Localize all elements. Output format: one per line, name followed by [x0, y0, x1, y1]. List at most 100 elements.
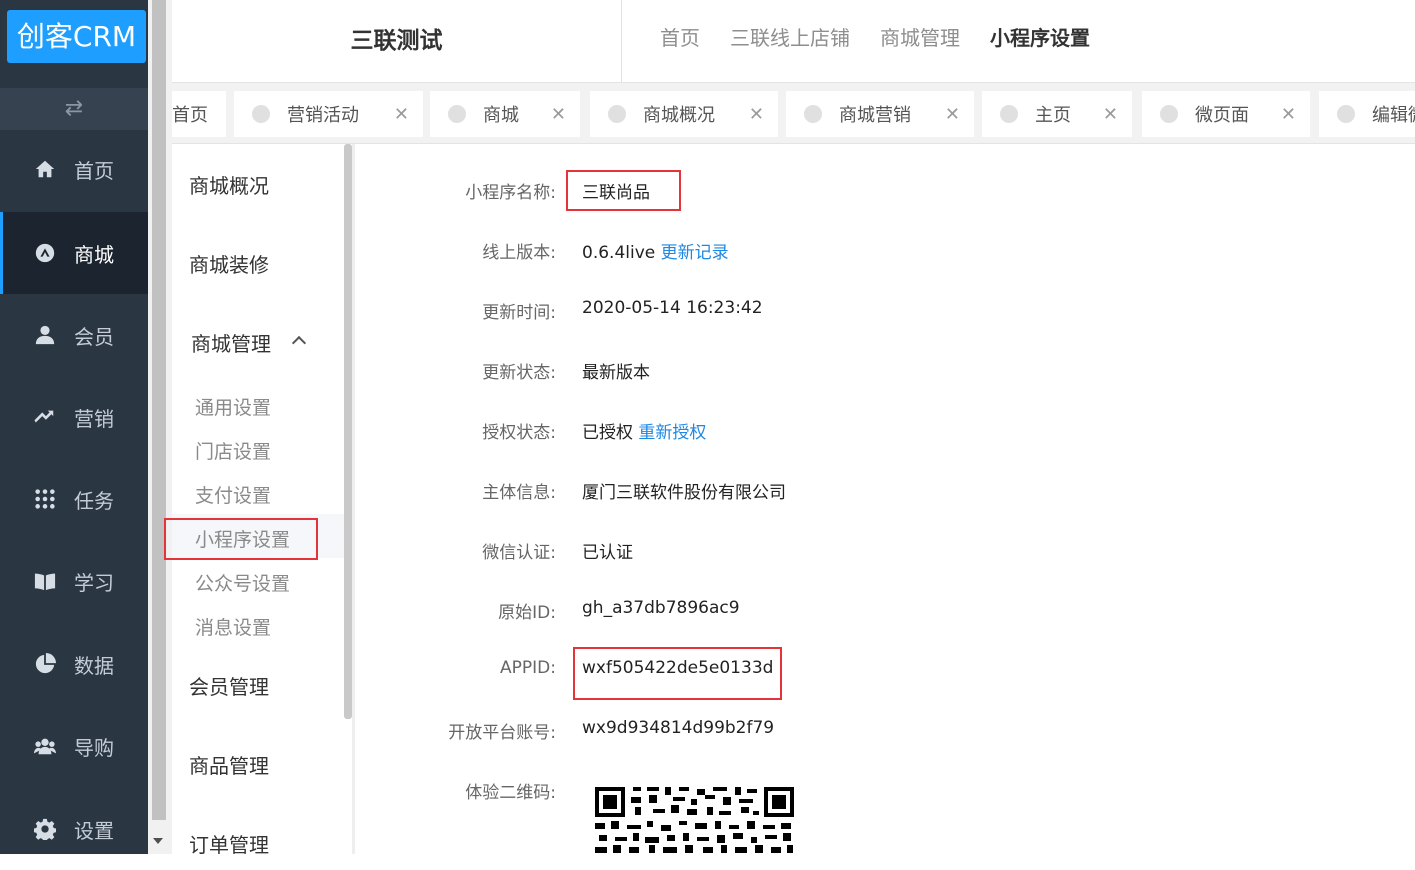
- tab-edit-micro[interactable]: 编辑微: [1319, 91, 1415, 137]
- field-label-original-id: 原始ID:: [498, 603, 556, 623]
- tab-home[interactable]: 首页: [172, 91, 226, 137]
- page-tabs: 首页 营销活动 ✕ 商城 ✕ 商城概况 ✕ 商城营销 ✕ 主页 ✕ 微页面 ✕ …: [172, 82, 1415, 144]
- tab-marketing[interactable]: 营销活动 ✕: [234, 91, 423, 137]
- tab-shop[interactable]: 商城 ✕: [430, 91, 580, 137]
- sidebar-item-home[interactable]: 首页: [0, 128, 148, 210]
- close-icon[interactable]: ✕: [1281, 104, 1296, 125]
- field-label-open-platform: 开放平台账号:: [448, 723, 556, 743]
- tab-dot-icon: [448, 105, 466, 123]
- sidebar-item-label: 数据: [74, 653, 114, 678]
- tab-label: 主页: [1035, 105, 1071, 126]
- tab-shop-overview[interactable]: 商城概况 ✕: [590, 91, 778, 137]
- tab-label: 微页面: [1195, 105, 1249, 126]
- highlight-box-miniprogram-menu: [164, 518, 318, 560]
- sidebar-item-label: 营销: [74, 406, 114, 431]
- sidebar-item-study[interactable]: 学习: [0, 540, 148, 622]
- breadcrumb-current: 小程序设置: [990, 25, 1090, 50]
- submenu-payment-settings[interactable]: 支付设置: [195, 481, 271, 508]
- sidebar-item-guide[interactable]: 导购: [0, 705, 148, 787]
- sidebar-item-settings[interactable]: 设置: [0, 788, 148, 870]
- tab-dot-icon: [1337, 105, 1355, 123]
- field-label-trial-qr: 体验二维码:: [465, 783, 556, 803]
- field-label-appid: APPID:: [500, 658, 556, 678]
- field-label-name: 小程序名称:: [465, 183, 556, 203]
- sidebar-item-shop[interactable]: 商城: [0, 212, 148, 294]
- highlight-box-name: [566, 170, 681, 211]
- sidebar-item-label: 学习: [74, 570, 114, 595]
- group-icon: [33, 734, 57, 758]
- sidebar-item-label: 任务: [74, 488, 114, 513]
- submenu-scrollbar[interactable]: [344, 144, 352, 719]
- breadcrumb: 首页 三联线上店铺 商城管理 小程序设置: [660, 0, 1120, 72]
- field-label-update-status: 更新状态:: [482, 363, 556, 383]
- sidebar-item-label: 商城: [74, 242, 114, 267]
- tab-label: 首页: [172, 105, 208, 126]
- submenu-store-settings[interactable]: 门店设置: [195, 437, 271, 464]
- close-icon[interactable]: ✕: [945, 104, 960, 125]
- reauthorize-link[interactable]: 重新授权: [638, 423, 706, 443]
- sidebar-item-label: 导购: [74, 735, 114, 760]
- scroll-down-arrow-icon[interactable]: [153, 838, 163, 844]
- field-label-version: 线上版本:: [482, 243, 556, 263]
- field-value-entity: 厦门三联软件股份有限公司: [582, 483, 786, 503]
- sidebar-item-member[interactable]: 会员: [0, 294, 148, 376]
- submenu-member-manage[interactable]: 会员管理: [189, 671, 269, 700]
- field-value-update-time: 2020-05-14 16:23:42: [582, 298, 763, 318]
- field-label-wechat-cert: 微信认证:: [482, 543, 556, 563]
- store-title: 三联测试: [172, 0, 622, 82]
- field-label-auth-status: 授权状态:: [482, 423, 556, 443]
- trend-icon: [33, 405, 57, 429]
- close-icon[interactable]: ✕: [394, 104, 409, 125]
- submenu-message-settings[interactable]: 消息设置: [195, 613, 271, 640]
- field-label-update-time: 更新时间:: [482, 303, 556, 323]
- tab-dot-icon: [804, 105, 822, 123]
- sidebar-item-data[interactable]: 数据: [0, 623, 148, 705]
- breadcrumb-store[interactable]: 三联线上店铺: [730, 22, 850, 51]
- highlight-box-appid: [573, 647, 782, 700]
- submenu-general-settings[interactable]: 通用设置: [195, 393, 271, 420]
- field-value-auth-status: 已授权 重新授权: [582, 418, 706, 443]
- sidebar-item-label: 设置: [74, 818, 114, 843]
- tab-micro-page[interactable]: 微页面 ✕: [1142, 91, 1310, 137]
- breadcrumb-mall-manage[interactable]: 商城管理: [880, 22, 960, 51]
- app-logo[interactable]: 创客CRM: [7, 10, 146, 63]
- field-value-original-id: gh_a37db7896ac9: [582, 598, 740, 618]
- sidebar-item-marketing[interactable]: 营销: [0, 376, 148, 458]
- field-value-open-platform: wx9d934814d99b2f79: [582, 718, 775, 738]
- breadcrumb-home[interactable]: 首页: [660, 22, 700, 51]
- tab-main-page[interactable]: 主页 ✕: [982, 91, 1132, 137]
- close-icon[interactable]: ✕: [749, 104, 764, 125]
- update-log-link[interactable]: 更新记录: [661, 243, 729, 263]
- pie-chart-icon: [33, 652, 57, 676]
- main-sidebar: 创客CRM ⇄ 首页 商城 会员 营销 任务 学习 数据 导购 设置: [0, 0, 148, 854]
- field-value-wechat-cert: 已认证: [582, 543, 633, 563]
- sidebar-scrollbar-thumb[interactable]: [152, 0, 166, 820]
- panel-divider: [352, 144, 355, 854]
- submenu-shop-overview[interactable]: 商城概况: [189, 170, 269, 199]
- sidebar-item-label: 会员: [74, 324, 114, 349]
- tab-label: 商城营销: [839, 105, 911, 126]
- submenu-shop-decoration[interactable]: 商城装修: [189, 249, 269, 278]
- close-icon[interactable]: ✕: [1103, 104, 1118, 125]
- swap-arrows-icon[interactable]: ⇄: [0, 88, 148, 130]
- gear-icon: [33, 817, 57, 841]
- tab-dot-icon: [1160, 105, 1178, 123]
- trial-qr-code: [593, 785, 796, 854]
- submenu-mall-manage[interactable]: 商城管理: [191, 328, 271, 357]
- submenu-product-manage[interactable]: 商品管理: [189, 750, 269, 779]
- sidebar-item-task[interactable]: 任务: [0, 458, 148, 540]
- tab-shop-marketing[interactable]: 商城营销 ✕: [786, 91, 974, 137]
- tab-dot-icon: [252, 105, 270, 123]
- book-icon: [33, 569, 57, 593]
- tab-label: 编辑微: [1372, 105, 1415, 126]
- close-icon[interactable]: ✕: [551, 104, 566, 125]
- user-icon: [33, 323, 57, 347]
- field-value-update-status: 最新版本: [582, 363, 650, 383]
- tab-dot-icon: [1000, 105, 1018, 123]
- tab-dot-icon: [608, 105, 626, 123]
- shop-icon: [33, 241, 57, 265]
- submenu-official-account-settings[interactable]: 公众号设置: [195, 569, 290, 596]
- field-value-version: 0.6.4live 更新记录: [582, 238, 729, 263]
- auth-status-text: 已授权: [582, 423, 633, 443]
- tab-label: 营销活动: [287, 105, 359, 126]
